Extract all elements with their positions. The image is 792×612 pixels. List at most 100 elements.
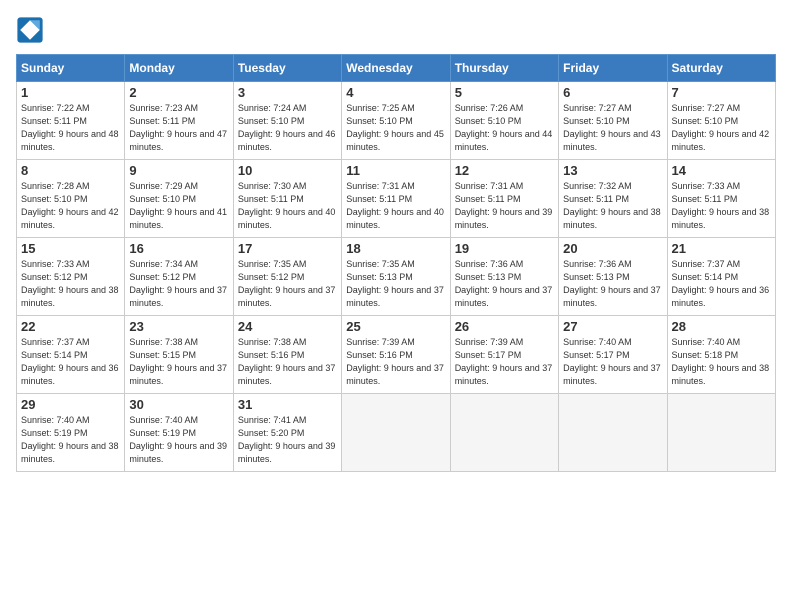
calendar-day: 3 Sunrise: 7:24 AMSunset: 5:10 PMDaylight… <box>233 82 341 160</box>
day-number: 26 <box>455 319 554 334</box>
calendar-day: 4 Sunrise: 7:25 AMSunset: 5:10 PMDaylight… <box>342 82 450 160</box>
logo <box>16 16 48 44</box>
day-number: 6 <box>563 85 662 100</box>
day-info: Sunrise: 7:36 AMSunset: 5:13 PMDaylight:… <box>455 258 554 310</box>
calendar-day: 20Sunrise: 7:36 AMSunset: 5:13 PMDayligh… <box>559 238 667 316</box>
calendar-week: 1 Sunrise: 7:22 AMSunset: 5:11 PMDaylight… <box>17 82 776 160</box>
day-number: 29 <box>21 397 120 412</box>
day-info: Sunrise: 7:31 AMSunset: 5:11 PMDaylight:… <box>455 180 554 232</box>
logo-icon <box>16 16 44 44</box>
calendar-day: 13 Sunrise: 7:32 AMSunset: 5:11 PMDayligh… <box>559 160 667 238</box>
day-header: Sunday <box>17 55 125 82</box>
day-number: 31 <box>238 397 337 412</box>
calendar-week: 29 Sunrise: 7:40 AMSunset: 5:19 PMDayligh… <box>17 394 776 472</box>
day-info: Sunrise: 7:25 AMSunset: 5:10 PMDaylight:… <box>346 102 445 154</box>
day-number: 5 <box>455 85 554 100</box>
day-number: 10 <box>238 163 337 178</box>
calendar-day <box>559 394 667 472</box>
day-number: 1 <box>21 85 120 100</box>
day-info: Sunrise: 7:39 AMSunset: 5:16 PMDaylight:… <box>346 336 445 388</box>
calendar-day: 23 Sunrise: 7:38 AMSunset: 5:15 PMDayligh… <box>125 316 233 394</box>
calendar-day: 31 Sunrise: 7:41 AMSunset: 5:20 PMDayligh… <box>233 394 341 472</box>
day-header: Thursday <box>450 55 558 82</box>
calendar-day: 12 Sunrise: 7:31 AMSunset: 5:11 PMDayligh… <box>450 160 558 238</box>
calendar-day: 2Sunrise: 7:23 AMSunset: 5:11 PMDaylight… <box>125 82 233 160</box>
calendar-day <box>667 394 775 472</box>
calendar-day: 11Sunrise: 7:31 AMSunset: 5:11 PMDayligh… <box>342 160 450 238</box>
calendar-header <box>16 16 776 44</box>
calendar-day: 14Sunrise: 7:33 AMSunset: 5:11 PMDayligh… <box>667 160 775 238</box>
day-number: 27 <box>563 319 662 334</box>
calendar-day: 29 Sunrise: 7:40 AMSunset: 5:19 PMDayligh… <box>17 394 125 472</box>
day-number: 21 <box>672 241 771 256</box>
calendar-day: 17 Sunrise: 7:35 AMSunset: 5:12 PMDayligh… <box>233 238 341 316</box>
day-header: Friday <box>559 55 667 82</box>
day-number: 13 <box>563 163 662 178</box>
day-number: 2 <box>129 85 228 100</box>
day-info: Sunrise: 7:35 AMSunset: 5:12 PMDaylight:… <box>238 258 337 310</box>
day-number: 22 <box>21 319 120 334</box>
day-info: Sunrise: 7:40 AMSunset: 5:19 PMDaylight:… <box>21 414 120 466</box>
calendar-day: 15Sunrise: 7:33 AMSunset: 5:12 PMDayligh… <box>17 238 125 316</box>
day-header: Wednesday <box>342 55 450 82</box>
calendar-day: 28 Sunrise: 7:40 AMSunset: 5:18 PMDayligh… <box>667 316 775 394</box>
day-header: Saturday <box>667 55 775 82</box>
calendar-day: 21 Sunrise: 7:37 AMSunset: 5:14 PMDayligh… <box>667 238 775 316</box>
calendar-header-row: SundayMondayTuesdayWednesdayThursdayFrid… <box>17 55 776 82</box>
day-number: 3 <box>238 85 337 100</box>
day-number: 16 <box>129 241 228 256</box>
day-info: Sunrise: 7:29 AMSunset: 5:10 PMDaylight:… <box>129 180 228 232</box>
calendar-day: 26 Sunrise: 7:39 AMSunset: 5:17 PMDayligh… <box>450 316 558 394</box>
calendar-day: 30 Sunrise: 7:40 AMSunset: 5:19 PMDayligh… <box>125 394 233 472</box>
day-info: Sunrise: 7:34 AMSunset: 5:12 PMDaylight:… <box>129 258 228 310</box>
day-info: Sunrise: 7:22 AMSunset: 5:11 PMDaylight:… <box>21 102 120 154</box>
calendar-day: 10Sunrise: 7:30 AMSunset: 5:11 PMDayligh… <box>233 160 341 238</box>
day-info: Sunrise: 7:41 AMSunset: 5:20 PMDaylight:… <box>238 414 337 466</box>
calendar-container: SundayMondayTuesdayWednesdayThursdayFrid… <box>0 0 792 480</box>
calendar-week: 22 Sunrise: 7:37 AMSunset: 5:14 PMDayligh… <box>17 316 776 394</box>
day-info: Sunrise: 7:39 AMSunset: 5:17 PMDaylight:… <box>455 336 554 388</box>
day-number: 12 <box>455 163 554 178</box>
day-header: Monday <box>125 55 233 82</box>
day-info: Sunrise: 7:33 AMSunset: 5:12 PMDaylight:… <box>21 258 120 310</box>
day-info: Sunrise: 7:26 AMSunset: 5:10 PMDaylight:… <box>455 102 554 154</box>
calendar-week: 15Sunrise: 7:33 AMSunset: 5:12 PMDayligh… <box>17 238 776 316</box>
day-number: 9 <box>129 163 228 178</box>
calendar-week: 8Sunrise: 7:28 AMSunset: 5:10 PMDaylight… <box>17 160 776 238</box>
day-number: 23 <box>129 319 228 334</box>
calendar-day: 27 Sunrise: 7:40 AMSunset: 5:17 PMDayligh… <box>559 316 667 394</box>
day-info: Sunrise: 7:27 AMSunset: 5:10 PMDaylight:… <box>672 102 771 154</box>
day-number: 28 <box>672 319 771 334</box>
day-info: Sunrise: 7:40 AMSunset: 5:19 PMDaylight:… <box>129 414 228 466</box>
day-info: Sunrise: 7:40 AMSunset: 5:18 PMDaylight:… <box>672 336 771 388</box>
calendar-day: 25 Sunrise: 7:39 AMSunset: 5:16 PMDayligh… <box>342 316 450 394</box>
calendar-day: 7Sunrise: 7:27 AMSunset: 5:10 PMDaylight… <box>667 82 775 160</box>
day-number: 18 <box>346 241 445 256</box>
day-number: 8 <box>21 163 120 178</box>
day-number: 11 <box>346 163 445 178</box>
day-info: Sunrise: 7:32 AMSunset: 5:11 PMDaylight:… <box>563 180 662 232</box>
day-info: Sunrise: 7:40 AMSunset: 5:17 PMDaylight:… <box>563 336 662 388</box>
calendar-table: SundayMondayTuesdayWednesdayThursdayFrid… <box>16 54 776 472</box>
day-info: Sunrise: 7:37 AMSunset: 5:14 PMDaylight:… <box>21 336 120 388</box>
calendar-day: 19 Sunrise: 7:36 AMSunset: 5:13 PMDayligh… <box>450 238 558 316</box>
day-info: Sunrise: 7:38 AMSunset: 5:16 PMDaylight:… <box>238 336 337 388</box>
calendar-day: 16 Sunrise: 7:34 AMSunset: 5:12 PMDayligh… <box>125 238 233 316</box>
day-info: Sunrise: 7:38 AMSunset: 5:15 PMDaylight:… <box>129 336 228 388</box>
calendar-day: 22 Sunrise: 7:37 AMSunset: 5:14 PMDayligh… <box>17 316 125 394</box>
day-info: Sunrise: 7:37 AMSunset: 5:14 PMDaylight:… <box>672 258 771 310</box>
day-info: Sunrise: 7:24 AMSunset: 5:10 PMDaylight:… <box>238 102 337 154</box>
day-number: 25 <box>346 319 445 334</box>
day-number: 24 <box>238 319 337 334</box>
day-number: 17 <box>238 241 337 256</box>
day-header: Tuesday <box>233 55 341 82</box>
calendar-day <box>342 394 450 472</box>
day-number: 14 <box>672 163 771 178</box>
calendar-day <box>450 394 558 472</box>
day-number: 19 <box>455 241 554 256</box>
calendar-day: 8Sunrise: 7:28 AMSunset: 5:10 PMDaylight… <box>17 160 125 238</box>
day-number: 4 <box>346 85 445 100</box>
day-number: 30 <box>129 397 228 412</box>
day-info: Sunrise: 7:35 AMSunset: 5:13 PMDaylight:… <box>346 258 445 310</box>
day-info: Sunrise: 7:27 AMSunset: 5:10 PMDaylight:… <box>563 102 662 154</box>
